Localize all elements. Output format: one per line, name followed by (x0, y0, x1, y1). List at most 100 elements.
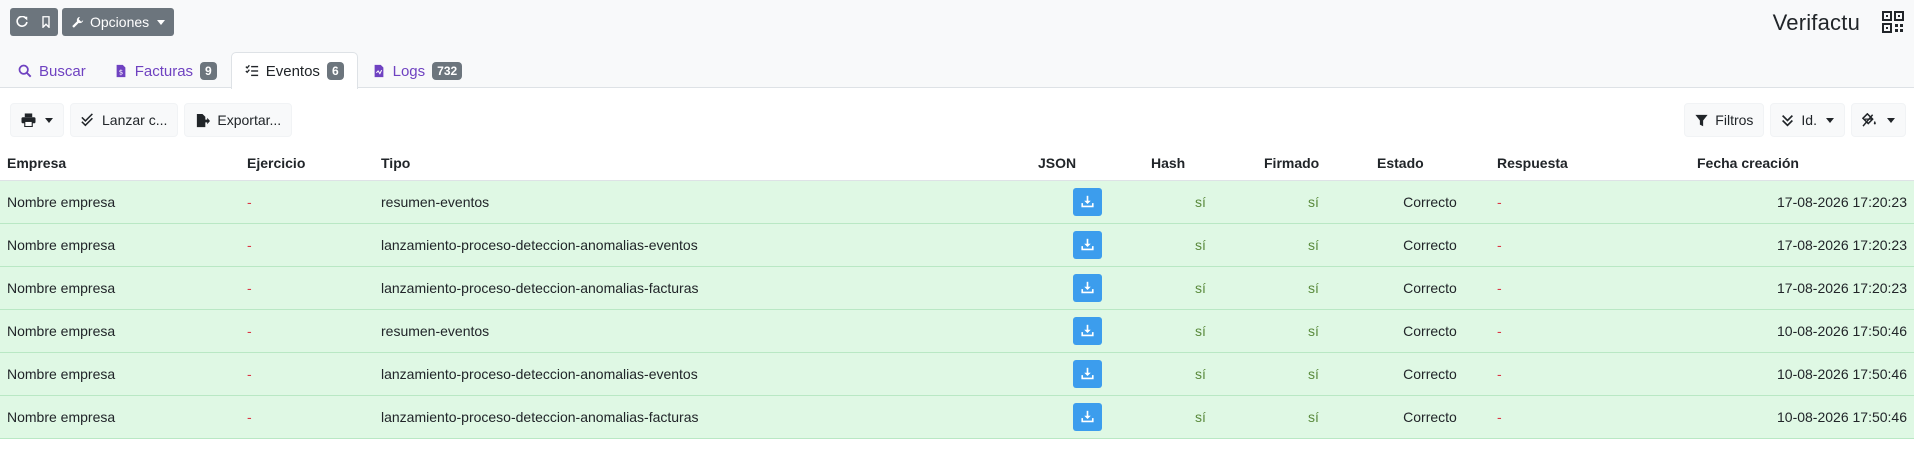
filters-button[interactable]: Filtros (1684, 103, 1765, 137)
print-dropdown-button[interactable] (10, 103, 64, 137)
bookmark-button[interactable] (34, 8, 58, 36)
tab-logs-label: Logs (392, 62, 426, 80)
export-button[interactable]: Exportar... (184, 103, 293, 137)
cell-estado: Correcto (1370, 309, 1490, 353)
launch-button[interactable]: Lanzar c... (70, 103, 179, 137)
list-check-icon (245, 64, 258, 77)
paint-dropdown-button[interactable] (1851, 103, 1906, 137)
table-row[interactable]: Nombre empresa - lanzamiento-proceso-detec… (0, 395, 1914, 439)
cell-tipo: lanzamiento-proceso-deteccion-anomalias-… (374, 395, 1031, 439)
refresh-icon (16, 16, 28, 27)
cell-respuesta: - (1490, 309, 1690, 353)
col-json[interactable]: JSON (1031, 146, 1144, 181)
col-empresa[interactable]: Empresa (0, 146, 240, 181)
print-icon (21, 113, 36, 127)
cell-estado: Correcto (1370, 395, 1490, 439)
cell-respuesta: - (1490, 266, 1690, 310)
cell-json (1031, 352, 1144, 396)
launch-label: Lanzar c... (102, 112, 168, 128)
cell-firmado: sí (1257, 266, 1370, 310)
bookmark-icon (42, 16, 50, 28)
col-firmado[interactable]: Firmado (1257, 146, 1370, 181)
tab-facturas-label: Facturas (134, 62, 194, 80)
log-file-icon (374, 64, 383, 78)
chevron-down-icon (157, 19, 166, 25)
cell-json (1031, 266, 1144, 310)
chevron-down-icon (1887, 117, 1895, 123)
cell-json (1031, 223, 1144, 267)
tab-eventos-badge: 6 (326, 62, 344, 80)
col-tipo[interactable]: Tipo (374, 146, 1031, 181)
cell-tipo: lanzamiento-proceso-deteccion-anomalias-… (374, 223, 1031, 267)
cell-hash: sí (1144, 180, 1257, 224)
download-icon (1081, 367, 1094, 380)
download-icon (1081, 195, 1094, 208)
chevron-down-icon (45, 117, 53, 123)
qr-code-icon[interactable] (1882, 11, 1904, 33)
cell-firmado: sí (1257, 180, 1370, 224)
json-download-button[interactable] (1073, 187, 1102, 216)
col-respuesta[interactable]: Respuesta (1490, 146, 1690, 181)
download-icon (1081, 281, 1094, 294)
col-fecha[interactable]: Fecha creación (1690, 146, 1914, 181)
tab-eventos-label: Eventos (265, 62, 320, 80)
json-download-button[interactable] (1073, 273, 1102, 302)
cell-ejercicio: - (240, 352, 374, 396)
tab-buscar[interactable]: Buscar (4, 52, 100, 89)
cell-json (1031, 180, 1144, 224)
cell-respuesta: - (1490, 395, 1690, 439)
cell-empresa: Nombre empresa (0, 395, 240, 439)
options-label: Opciones (90, 14, 150, 30)
download-icon (1081, 324, 1094, 337)
cell-fecha: 10-08-2026 17:50:46 (1690, 309, 1914, 353)
cell-hash: sí (1144, 223, 1257, 267)
json-download-button[interactable] (1073, 316, 1102, 345)
double-check-icon (81, 113, 93, 127)
cell-estado: Correcto (1370, 223, 1490, 267)
col-hash[interactable]: Hash (1144, 146, 1257, 181)
sort-label: Id. (1801, 112, 1817, 128)
col-estado[interactable]: Estado (1370, 146, 1490, 181)
file-export-icon (197, 113, 211, 127)
tab-eventos[interactable]: Eventos 6 (230, 52, 358, 89)
cell-respuesta: - (1490, 180, 1690, 224)
cell-hash: sí (1144, 266, 1257, 310)
cell-fecha: 17-08-2026 17:20:23 (1690, 180, 1914, 224)
cell-empresa: Nombre empresa (0, 223, 240, 267)
top-bar: Opciones Verifactu Buscar $ Facturas 9 E… (0, 0, 1914, 89)
tab-bar: Buscar $ Facturas 9 Eventos 6 Logs 732 (0, 52, 476, 89)
download-icon (1081, 238, 1094, 251)
tab-logs-badge: 732 (432, 62, 463, 80)
toolbar-right: Filtros Id. (1684, 103, 1906, 137)
table-row[interactable]: Nombre empresa - lanzamiento-proceso-detec… (0, 266, 1914, 310)
cell-hash: sí (1144, 352, 1257, 396)
json-download-button[interactable] (1073, 359, 1102, 388)
sort-dropdown-button[interactable]: Id. (1770, 103, 1845, 137)
table-row[interactable]: Nombre empresa - lanzamiento-proceso-detec… (0, 352, 1914, 396)
cell-tipo: resumen-eventos (374, 309, 1031, 353)
cell-ejercicio: - (240, 180, 374, 224)
col-ejercicio[interactable]: Ejercicio (240, 146, 374, 181)
table-row[interactable]: Nombre empresa - resumen-eventos sí sí Correc… (0, 180, 1914, 224)
cell-json (1031, 395, 1144, 439)
cell-tipo: lanzamiento-proceso-deteccion-anomalias-… (374, 352, 1031, 396)
cell-hash: sí (1144, 309, 1257, 353)
json-download-button[interactable] (1073, 230, 1102, 259)
invoice-icon: $ (116, 64, 126, 78)
filters-label: Filtros (1715, 112, 1754, 128)
table-row[interactable]: Nombre empresa - lanzamiento-proceso-detec… (0, 223, 1914, 267)
cell-ejercicio: - (240, 266, 374, 310)
cell-respuesta: - (1490, 352, 1690, 396)
chevron-down-icon (1826, 117, 1834, 123)
cell-empresa: Nombre empresa (0, 266, 240, 310)
cell-estado: Correcto (1370, 352, 1490, 396)
refresh-button[interactable] (10, 8, 34, 36)
cell-empresa: Nombre empresa (0, 180, 240, 224)
table-row[interactable]: Nombre empresa - resumen-eventos sí sí Correc… (0, 309, 1914, 353)
tab-logs[interactable]: Logs 732 (358, 52, 477, 89)
json-download-button[interactable] (1073, 402, 1102, 431)
tab-facturas[interactable]: $ Facturas 9 (100, 52, 231, 89)
options-dropdown-button[interactable]: Opciones (62, 8, 175, 36)
cell-fecha: 10-08-2026 17:50:46 (1690, 352, 1914, 396)
cell-empresa: Nombre empresa (0, 309, 240, 353)
